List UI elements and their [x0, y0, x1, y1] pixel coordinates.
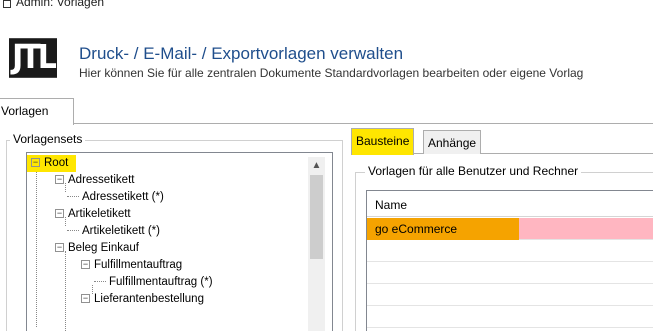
tree-node-label: Fulfillmentauftrag (*)	[109, 276, 213, 288]
tree-node-label: Artikeletikett (*)	[82, 225, 160, 237]
tree-node-beleg-einkauf[interactable]: − Beleg Einkauf	[55, 240, 139, 257]
tree-node-root[interactable]: − Root	[27, 155, 77, 172]
collapse-icon[interactable]: −	[31, 158, 40, 168]
tree-node-label: Artikeletikett	[68, 208, 131, 220]
tab-vorlagen[interactable]: Vorlagen	[0, 98, 74, 125]
collapse-icon[interactable]: −	[55, 243, 64, 253]
table-row[interactable]: go eCommerce	[367, 218, 653, 240]
tree-connector	[65, 251, 66, 331]
tree-node-artikeletikett-default[interactable]: Artikeletikett (*)	[67, 223, 160, 240]
tab-anhaenge[interactable]: Anhänge	[423, 130, 482, 154]
tree-node-artikeletikett[interactable]: − Artikeletikett	[55, 206, 131, 223]
collapse-icon[interactable]: −	[81, 260, 90, 270]
app-icon	[3, 0, 11, 8]
tree-node-fulfillmentauftrag-default[interactable]: Fulfillmentauftrag (*)	[94, 274, 213, 291]
tree-node-label: Lieferantenbestellung	[94, 293, 204, 305]
tree-node-lieferantenbestellung[interactable]: − Lieferantenbestellung	[81, 291, 204, 308]
vorlagensets-tree[interactable]: − Root − Adressetikett Adressetikett (*) −…	[26, 152, 333, 331]
cell-name[interactable]: go eCommerce	[367, 218, 519, 240]
sub-tabbar: Bausteine Anhänge	[351, 128, 653, 155]
page-title: Druck- / E-Mail- / Exportvorlagen verwal…	[79, 44, 404, 63]
jtl-logo: JTL	[9, 38, 57, 78]
main-tabbar: Vorlagen	[0, 98, 653, 125]
tree-node-label: Fulfillmentauftrag	[94, 259, 183, 271]
scroll-up-icon[interactable]: ▲	[308, 157, 325, 174]
tree-node-label: Adressetikett (*)	[82, 191, 164, 203]
window-title: Admin: Vorlagen	[16, 0, 105, 9]
tab-bausteine[interactable]: Bausteine	[351, 128, 415, 155]
vorlagen-group-label: Vorlagen für alle Benutzer und Rechner	[365, 164, 582, 178]
collapse-icon[interactable]: −	[55, 175, 64, 185]
tree-node-adressetikett-default[interactable]: Adressetikett (*)	[67, 189, 164, 206]
tree-node-fulfillmentauftrag[interactable]: − Fulfillmentauftrag	[81, 257, 182, 274]
page-subtitle: Hier können Sie für alle zentralen Dokum…	[79, 66, 584, 80]
tree-connector	[36, 167, 37, 327]
vorlagensets-label: Vorlagensets	[10, 132, 86, 146]
vorlagen-grid[interactable]: Name go eCommerce	[366, 190, 653, 331]
tree-scrollbar[interactable]: ▲	[308, 157, 325, 331]
tree-node-label: Beleg Einkauf	[68, 242, 139, 254]
table-row-empty	[367, 284, 653, 306]
table-row-empty	[367, 306, 653, 328]
collapse-icon[interactable]: −	[55, 209, 64, 219]
collapse-icon[interactable]: −	[81, 294, 90, 304]
table-row-empty	[367, 262, 653, 284]
tree-node-label: Root	[44, 157, 69, 169]
tree-node-label: Adressetikett	[68, 174, 135, 186]
table-row-empty	[367, 240, 653, 262]
column-header-name[interactable]: Name	[367, 191, 653, 217]
tree-node-adressetikett[interactable]: − Adressetikett	[55, 172, 134, 189]
window-titlebar: Admin: Vorlagen	[0, 0, 653, 12]
scroll-thumb[interactable]	[310, 175, 323, 259]
